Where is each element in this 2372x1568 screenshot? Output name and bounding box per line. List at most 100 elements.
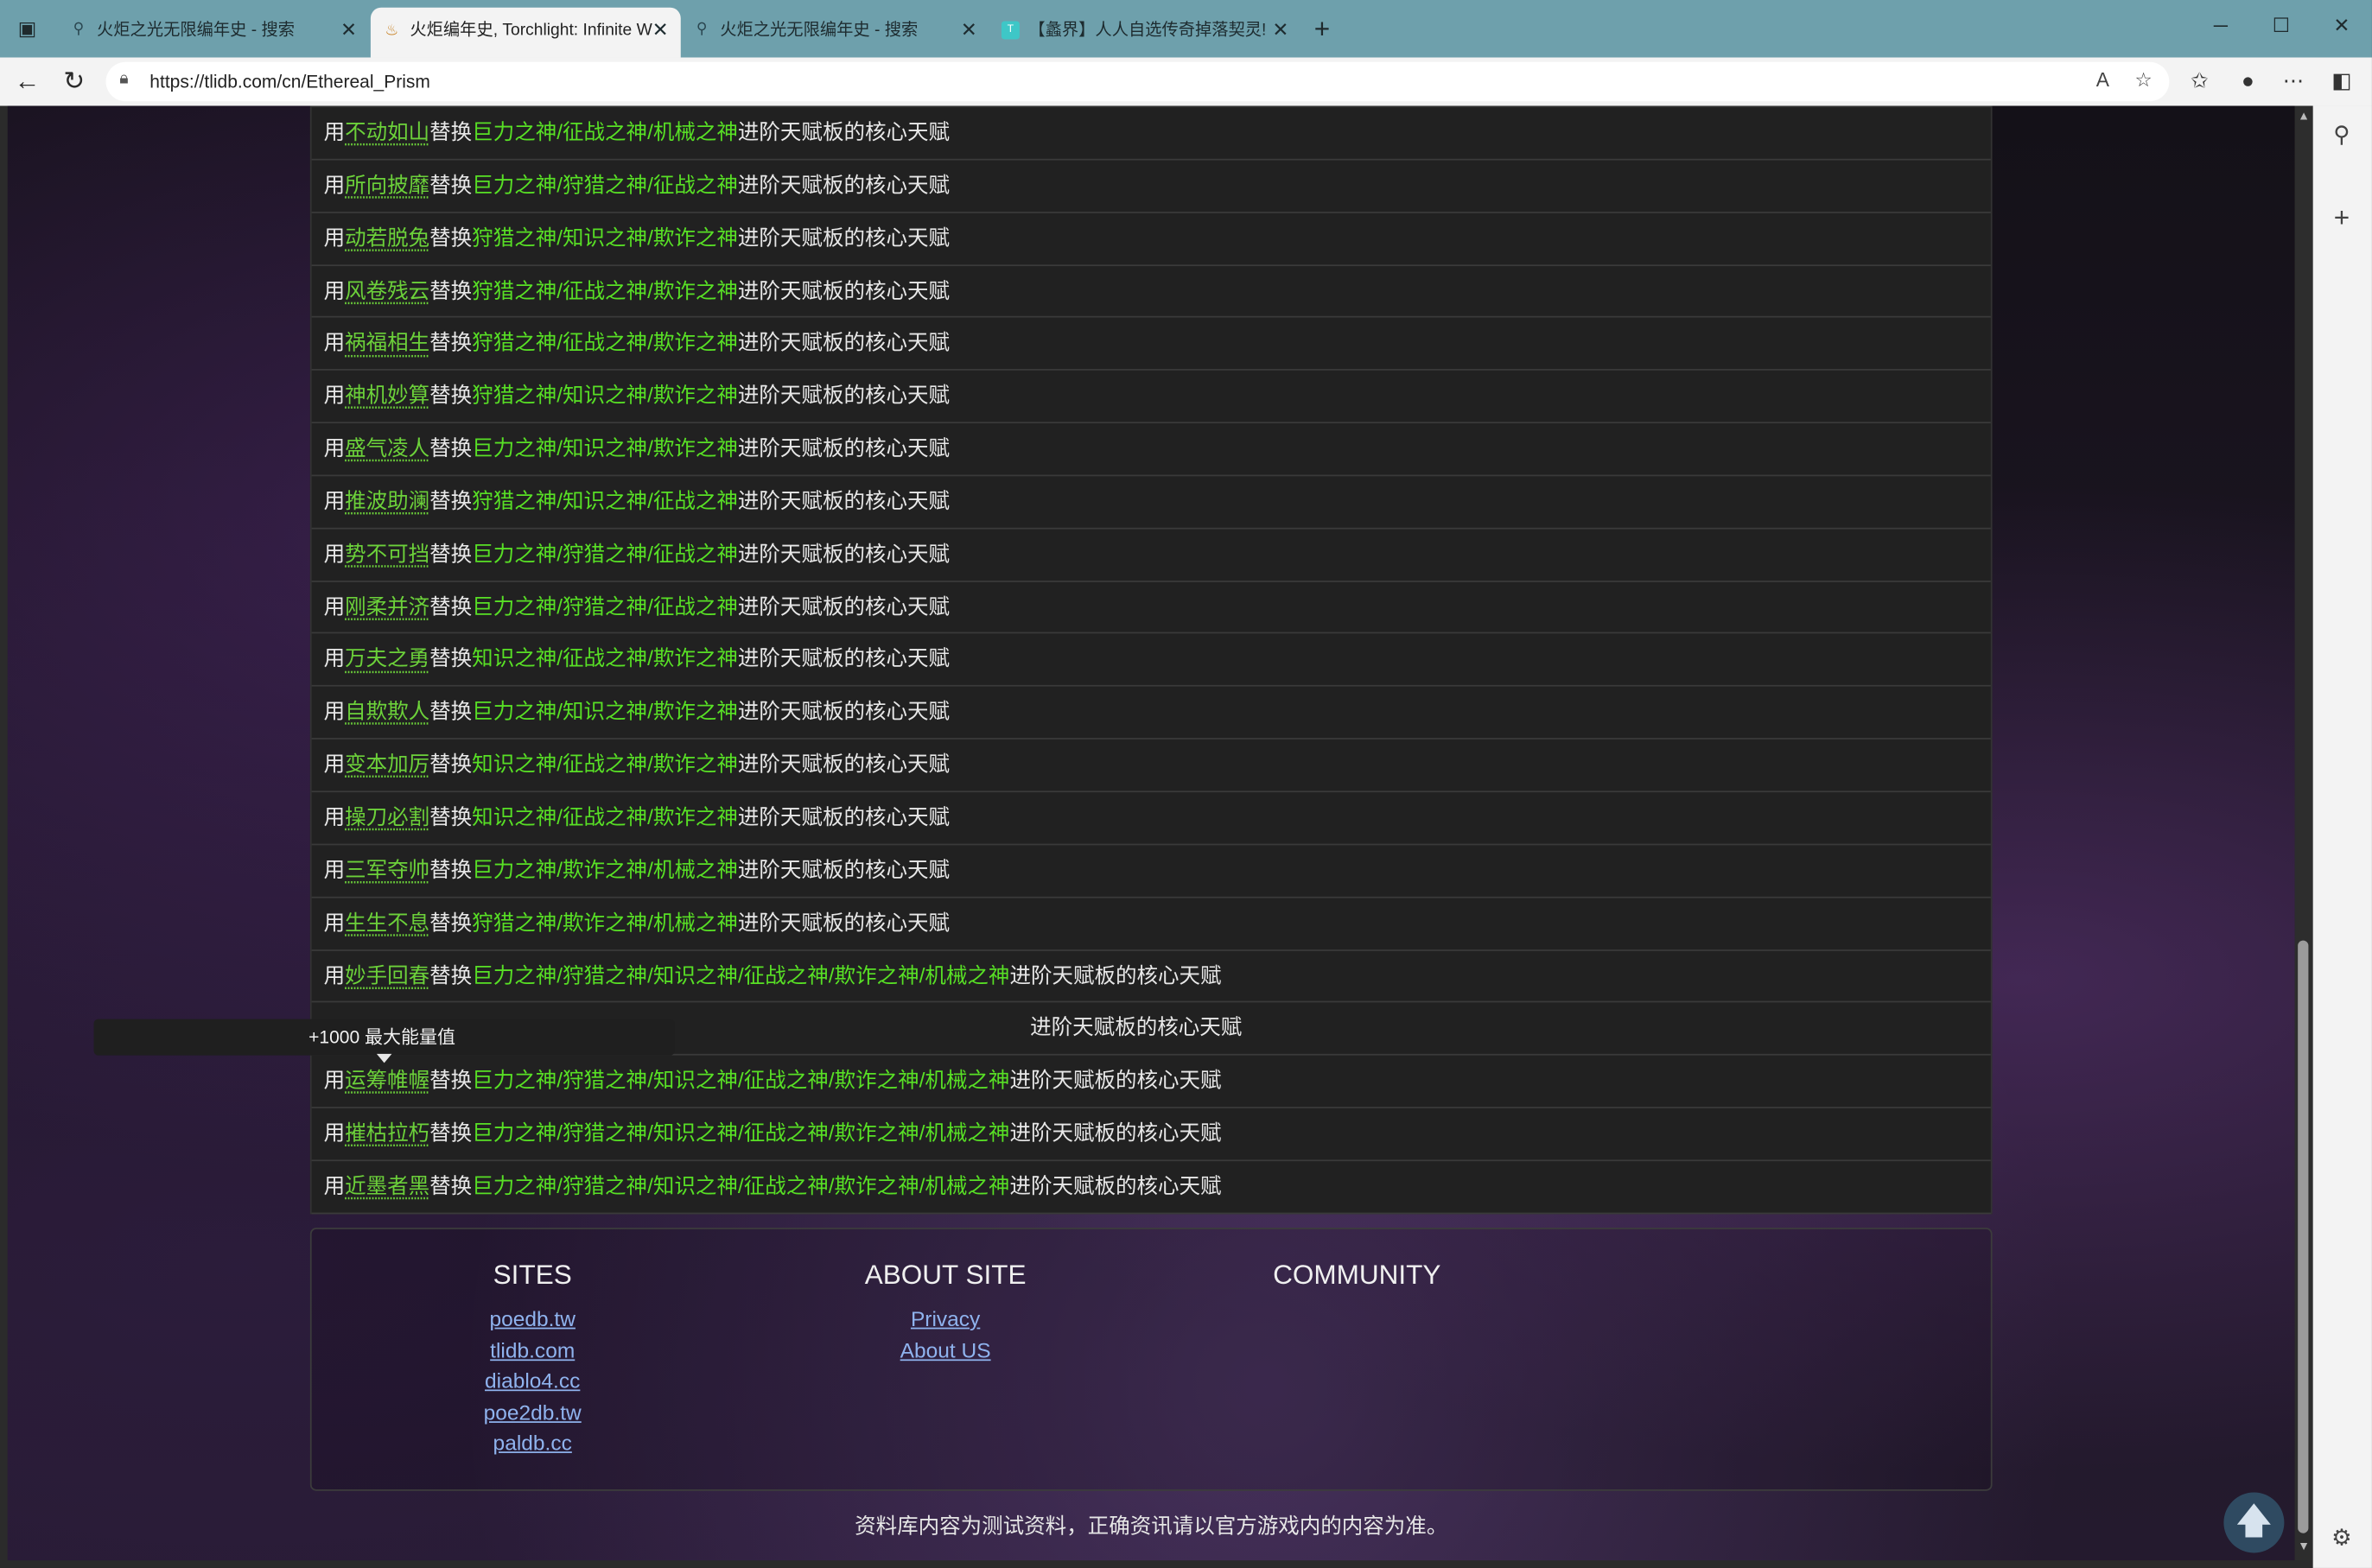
sidebar-toggle-icon[interactable]: ◧ (2326, 68, 2356, 94)
read-aloud-icon[interactable]: A (2088, 68, 2118, 91)
tab-title: 火炬之光无限编年史 - 搜索 (97, 21, 295, 40)
row-suffix: 进阶天赋板的核心天赋 (737, 910, 950, 935)
talent-link[interactable]: 操刀必割 (345, 804, 429, 828)
talent-row: 用变本加厉替换知识之神/征战之神/欺诈之神进阶天赋板的核心天赋 (311, 740, 1991, 793)
row-suffix: 进阶天赋板的核心天赋 (737, 225, 950, 250)
page-viewport: 用不动如山替换巨力之神/征战之神/机械之神进阶天赋板的核心天赋 用所向披靡替换巨力… (7, 105, 2295, 1561)
talent-row: 用所向披靡替换巨力之神/狩猎之神/征战之神进阶天赋板的核心天赋 (311, 160, 1991, 213)
talent-row: 用盛气凌人替换巨力之神/知识之神/欺诈之神进阶天赋板的核心天赋 (311, 423, 1991, 477)
scrollbar-thumb[interactable] (2298, 940, 2309, 1533)
close-icon[interactable]: ✕ (961, 10, 977, 52)
talent-link[interactable]: 动若脱兔 (345, 225, 429, 249)
god-list: 巨力之神/狩猎之神/知识之神/征战之神/欺诈之神/机械之神 (472, 1067, 1010, 1092)
scroll-up-icon[interactable]: ▲ (2298, 109, 2310, 123)
footer-link-diablo4[interactable]: diablo4.cc (336, 1365, 729, 1396)
talent-link[interactable]: 所向披靡 (345, 172, 429, 196)
url-text[interactable]: https://tlidb.com/cn/Ethereal_Prism (149, 71, 430, 92)
talent-row: 用神机妙算替换狩猎之神/知识之神/欺诈之神进阶天赋板的核心天赋 (311, 371, 1991, 424)
window-close-icon[interactable]: ✕ (2326, 14, 2356, 38)
tab-bar: ▣ ⚲ 火炬之光无限编年史 - 搜索 ✕ ♨ 火炬编年史, Torchlight… (0, 0, 2372, 58)
lock-icon: 🔒︎ (119, 69, 129, 88)
talent-link[interactable]: 妙手回春 (345, 962, 429, 987)
new-tab-button[interactable]: + (1307, 12, 1338, 46)
talent-link[interactable]: 不动如山 (345, 119, 429, 143)
talent-link[interactable]: 神机妙算 (345, 383, 429, 407)
row-suffix: 进阶天赋板的核心天赋 (1009, 1120, 1222, 1145)
row-prefix: 用 (323, 541, 346, 566)
talent-link[interactable]: 运筹帷幄 (345, 1068, 429, 1092)
close-icon[interactable]: ✕ (652, 8, 669, 54)
row-suffix: 进阶天赋板的核心天赋 (737, 646, 950, 671)
footer-sites-title: SITES (493, 1259, 572, 1290)
god-list: 知识之神/征战之神/欺诈之神 (472, 646, 738, 671)
footer-link-poedb[interactable]: poedb.tw (336, 1304, 729, 1335)
add-icon[interactable]: + (2326, 203, 2356, 235)
tab-search-2[interactable]: ⚲ 火炬之光无限编年史 - 搜索 ✕ (681, 10, 989, 52)
footer-sites: SITES poedb.tw tlidb.com diablo4.cc poe2… (336, 1260, 729, 1458)
talent-row: 用生生不息替换狩猎之神/欺诈之神/机械之神进阶天赋板的核心天赋 (311, 898, 1991, 951)
talent-row: 用不动如山替换巨力之神/征战之神/机械之神进阶天赋板的核心天赋 (311, 107, 1991, 161)
close-icon[interactable]: ✕ (1272, 10, 1288, 52)
tooltip: +1000 最大能量值 (93, 1019, 675, 1056)
tab-actions-icon[interactable]: ▣ (12, 16, 42, 43)
more-menu-icon[interactable]: ⋯ (2278, 68, 2308, 94)
torch-icon: ♨ (385, 22, 399, 40)
talent-link[interactable]: 势不可挡 (345, 541, 429, 565)
talent-row: 用祸福相生替换狩猎之神/征战之神/欺诈之神进阶天赋板的核心天赋 (311, 318, 1991, 371)
row-suffix: 进阶天赋板的核心天赋 (737, 119, 950, 144)
close-icon[interactable]: ✕ (340, 10, 357, 52)
tab-search-1[interactable]: ⚲ 火炬之光无限编年史 - 搜索 ✕ (58, 10, 370, 52)
god-list: 巨力之神/狩猎之神/征战之神 (472, 172, 738, 197)
settings-gear-icon[interactable]: ⚙ (2326, 1524, 2356, 1552)
talent-link[interactable]: 摧枯拉朽 (345, 1120, 429, 1145)
talent-link[interactable]: 祸福相生 (345, 330, 429, 354)
row-suffix: 进阶天赋板的核心天赋 (1009, 962, 1222, 987)
god-list: 巨力之神/狩猎之神/知识之神/征战之神/欺诈之神/机械之神 (472, 962, 1010, 987)
talent-link[interactable]: 生生不息 (345, 910, 429, 934)
tab-taptap[interactable]: T 【蠡界】人人自选传奇掉落契灵! ✕ (989, 10, 1301, 52)
row-verb: 替换 (429, 383, 473, 408)
tab-title: 火炬编年史, Torchlight: Infinite W (410, 21, 652, 40)
tab-title: 【蠡界】人人自选传奇掉落契灵! (1028, 21, 1267, 40)
god-list: 知识之神/征战之神/欺诈之神 (472, 752, 738, 777)
favorites-icon[interactable]: ✩ (2184, 68, 2215, 94)
scroll-down-icon[interactable]: ▼ (2298, 1539, 2310, 1553)
search-icon[interactable]: ⚲ (2326, 121, 2356, 149)
refresh-icon[interactable]: ↻ (56, 64, 92, 100)
talent-link[interactable]: 万夫之勇 (345, 646, 429, 670)
footer-link-about-us[interactable]: About US (749, 1335, 1142, 1366)
row-prefix: 用 (323, 594, 346, 619)
favorite-star-icon[interactable]: ☆ (2128, 68, 2159, 92)
maximize-icon[interactable]: ☐ (2266, 14, 2296, 38)
talent-link[interactable]: 刚柔并济 (345, 594, 429, 618)
footer-about: ABOUT SITE Privacy About US (749, 1260, 1142, 1366)
tab-torchlight[interactable]: ♨ 火炬编年史, Torchlight: Infinite W ✕ (370, 7, 681, 58)
footer-link-paldb[interactable]: paldb.cc (336, 1427, 729, 1458)
row-verb: 替换 (429, 752, 473, 777)
profile-avatar-icon[interactable]: ● (2233, 68, 2263, 92)
row-prefix: 用 (323, 119, 346, 144)
row-prefix: 用 (323, 435, 346, 460)
minimize-icon[interactable]: ─ (2205, 14, 2235, 36)
row-prefix: 用 (323, 1067, 346, 1092)
footer-link-privacy[interactable]: Privacy (749, 1304, 1142, 1335)
talent-link[interactable]: 近墨者黑 (345, 1173, 429, 1197)
row-prefix: 用 (323, 910, 346, 935)
row-verb: 替换 (429, 172, 473, 197)
footer-link-poe2db[interactable]: poe2db.tw (336, 1396, 729, 1427)
footer-community-title: COMMUNITY (1273, 1259, 1441, 1290)
talent-link[interactable]: 自欺欺人 (345, 699, 429, 723)
talent-link[interactable]: 变本加厉 (345, 752, 429, 776)
row-prefix: 用 (323, 488, 346, 513)
footer-link-tlidb[interactable]: tlidb.com (336, 1335, 729, 1366)
back-icon[interactable]: ← (10, 64, 46, 100)
row-verb: 替换 (429, 330, 473, 355)
talent-link[interactable]: 推波助澜 (345, 488, 429, 512)
url-bar[interactable]: 🔒︎ https://tlidb.com/cn/Ethereal_Prism A… (105, 61, 2170, 102)
talent-link[interactable]: 盛气凌人 (345, 435, 429, 460)
talent-link[interactable]: 风卷残云 (345, 277, 429, 302)
row-suffix: 进阶天赋板的核心天赋 (1009, 1067, 1222, 1092)
talent-link[interactable]: 三军夺帅 (345, 857, 429, 881)
back-to-top-button[interactable]: 🡅 (2223, 1492, 2285, 1553)
search-icon: ⚲ (73, 21, 85, 38)
